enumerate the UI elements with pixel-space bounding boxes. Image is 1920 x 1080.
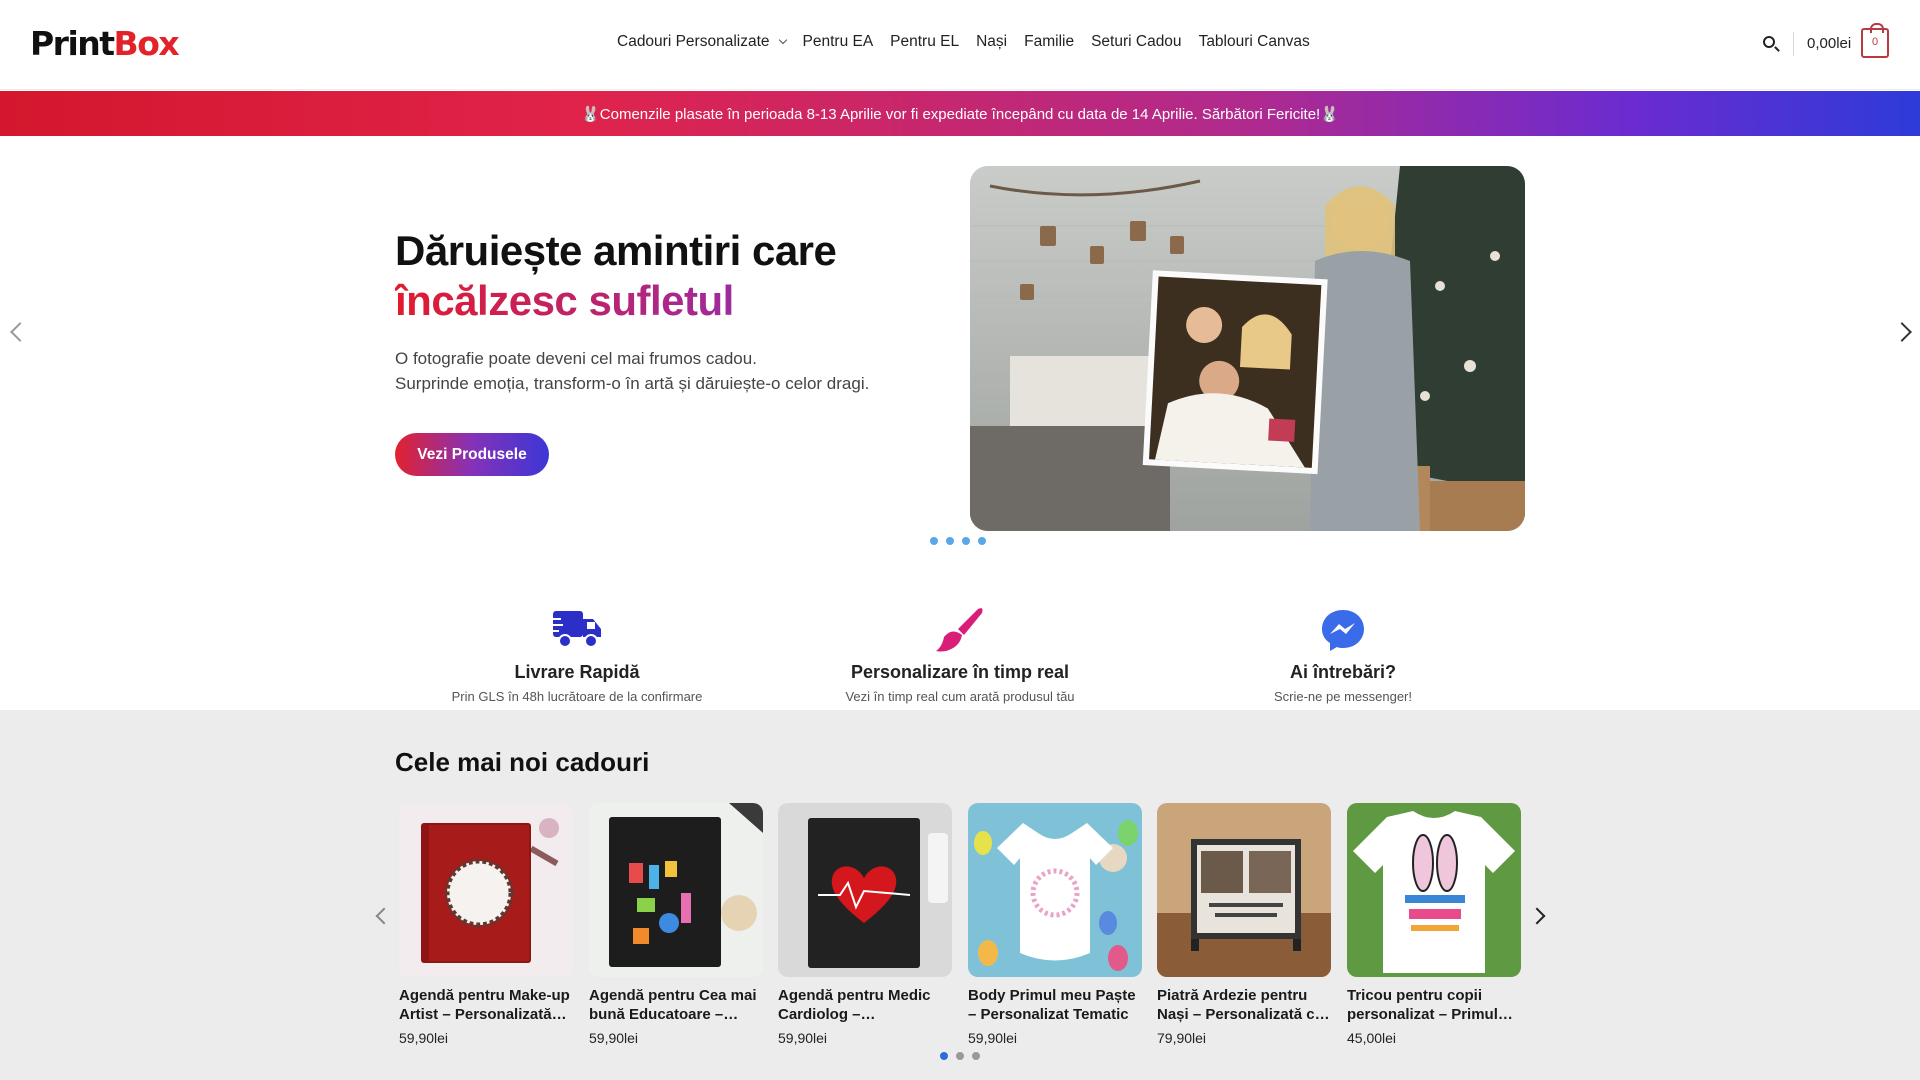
hero-dot-1[interactable] (930, 537, 938, 545)
feature-subtitle: Vezi în timp real cum arată produsul tău (845, 689, 1075, 704)
shopping-bag-icon[interactable]: 0 (1861, 23, 1889, 58)
product-price: 59,90lei (589, 1030, 639, 1046)
feature-subtitle: Scrie-ne pe messenger! (1273, 689, 1412, 704)
products-prev-arrow-icon[interactable] (375, 907, 393, 925)
hero-slider-dots (930, 537, 986, 545)
products-dot-1[interactable] (940, 1052, 948, 1060)
nav-label: Seturi Cadou (1091, 33, 1182, 50)
nav-label: Familie (1024, 33, 1075, 50)
newest-gifts-section: Cele mai noi cadouri Agendă pentru Make-… (0, 710, 1920, 1080)
nav-label: Pentru EL (890, 33, 960, 50)
product-image (1347, 803, 1521, 977)
product-card[interactable]: Agendă pentru Make-up Artist – Personali… (399, 803, 573, 1046)
announcement-bar: 🐰Comenzile plasate în perioada 8-13 Apri… (0, 91, 1920, 136)
feature-questions[interactable]: Ai întrebări? Scrie-ne pe messenger! (1163, 607, 1523, 704)
hero-dot-4[interactable] (978, 537, 986, 545)
truck-icon (551, 611, 601, 648)
feature-subtitle: Prin GLS în 48h lucrătoare de la confirm… (451, 689, 703, 704)
product-image (968, 803, 1142, 977)
main-nav: Cadouri Personalizate Pentru EA Pentru E… (617, 33, 1310, 51)
site-header: PrintBox Cadouri Personalizate Pentru EA… (0, 0, 1920, 90)
nav-item-nasi[interactable]: Nași (976, 33, 1007, 51)
hero-image (970, 166, 1525, 531)
chevron-down-icon (778, 35, 787, 45)
products-dot-2[interactable] (956, 1052, 964, 1060)
cart-total[interactable]: 0,00lei (1807, 35, 1851, 52)
hero-description: O fotografie poate deveni cel mai frumos… (395, 346, 869, 396)
product-price: 59,90lei (778, 1030, 828, 1046)
products-next-arrow-icon[interactable] (1528, 907, 1546, 925)
hero-dot-3[interactable] (962, 537, 970, 545)
product-price: 79,90lei (1157, 1030, 1207, 1046)
product-name: Body Primul meu Paște – Personalizat Tem… (968, 987, 1136, 1023)
product-price: 45,00lei (1347, 1030, 1397, 1046)
nav-item-pentru-el[interactable]: Pentru EL (890, 33, 959, 51)
nav-label: Tablouri Canvas (1198, 33, 1310, 50)
nav-item-familie[interactable]: Familie (1024, 33, 1074, 51)
product-card[interactable]: Agendă pentru Medic Cardiolog – Personal… (778, 803, 952, 1046)
nav-item-pentru-ea[interactable]: Pentru EA (803, 33, 874, 51)
hero-next-arrow-icon[interactable] (1892, 322, 1912, 342)
nav-item-tablouri-canvas[interactable]: Tablouri Canvas (1199, 33, 1310, 51)
product-card[interactable]: Tricou pentru copii personalizat – Primu… (1347, 803, 1521, 1046)
feature-title: Ai întrebări? (1289, 662, 1396, 682)
feature-title: Livrare Rapidă (514, 662, 640, 682)
product-card[interactable]: Piatră Ardezie pentru Nași – Personaliza… (1157, 803, 1331, 1046)
product-name: Agendă pentru Make-up Artist – Personali… (399, 987, 570, 1023)
product-image (1157, 803, 1331, 977)
product-image (399, 803, 573, 977)
product-image (589, 803, 763, 977)
product-card[interactable]: Agendă pentru Cea mai bună Educatoare – … (589, 803, 763, 1046)
product-name: Piatră Ardezie pentru Nași – Personaliza… (1157, 987, 1324, 1023)
feature-fast-delivery: Livrare Rapidă Prin GLS în 48h lucrătoar… (397, 607, 757, 704)
nav-label: Pentru EA (802, 33, 874, 50)
nav-item-seturi-cadou[interactable]: Seturi Cadou (1091, 33, 1181, 51)
product-name: Tricou pentru copii personalizat – Primu… (1347, 987, 1498, 1023)
logo-text-box: Box (113, 24, 180, 63)
product-image (778, 803, 952, 977)
hero-prev-arrow-icon[interactable] (10, 322, 30, 342)
products-pagination-dots (940, 1052, 980, 1060)
product-name: Agendă pentru Cea mai bună Educatoare – … (589, 987, 757, 1023)
header-divider (1793, 32, 1794, 56)
logo[interactable]: PrintBox (30, 24, 180, 64)
paintbrush-icon (936, 608, 983, 652)
announcement-text: 🐰Comenzile plasate în perioada 8-13 Apri… (581, 105, 1339, 123)
nav-item-cadouri-personalizate[interactable]: Cadouri Personalizate (617, 33, 787, 51)
logo-text-print: Print (30, 24, 115, 63)
product-card[interactable]: Body Primul meu Paște – Personalizat Tem… (968, 803, 1142, 1046)
hero-title-line1: Dăruiește amintiri care (395, 227, 837, 274)
hero-dot-2[interactable] (946, 537, 954, 545)
feature-realtime-personalization: Personalizare în timp real Vezi în timp … (780, 607, 1140, 704)
feature-title: Personalizare în timp real (850, 662, 1070, 682)
nav-label: Nași (976, 33, 1008, 50)
search-icon[interactable] (1762, 35, 1782, 55)
section-title: Cele mai noi cadouri (395, 747, 650, 777)
hero-desc-line2: Surprinde emoția, transform-o în artă și… (395, 374, 870, 393)
products-dot-3[interactable] (972, 1052, 980, 1060)
messenger-icon (1322, 610, 1364, 651)
product-name: Agendă pentru Medic Cardiolog – Personal… (778, 987, 931, 1023)
cart-count-badge: 0 (1871, 36, 1879, 48)
nav-label: Cadouri Personalizate (617, 33, 770, 50)
view-products-button[interactable]: Vezi Produsele (395, 433, 549, 476)
hero-desc-line1: O fotografie poate deveni cel mai frumos… (395, 349, 757, 368)
product-price: 59,90lei (399, 1030, 449, 1046)
hero-title-line2: încălzesc sufletul (395, 276, 836, 326)
hero-title: Dăruiește amintiri care încălzesc suflet… (395, 226, 837, 326)
product-price: 59,90lei (968, 1030, 1018, 1046)
